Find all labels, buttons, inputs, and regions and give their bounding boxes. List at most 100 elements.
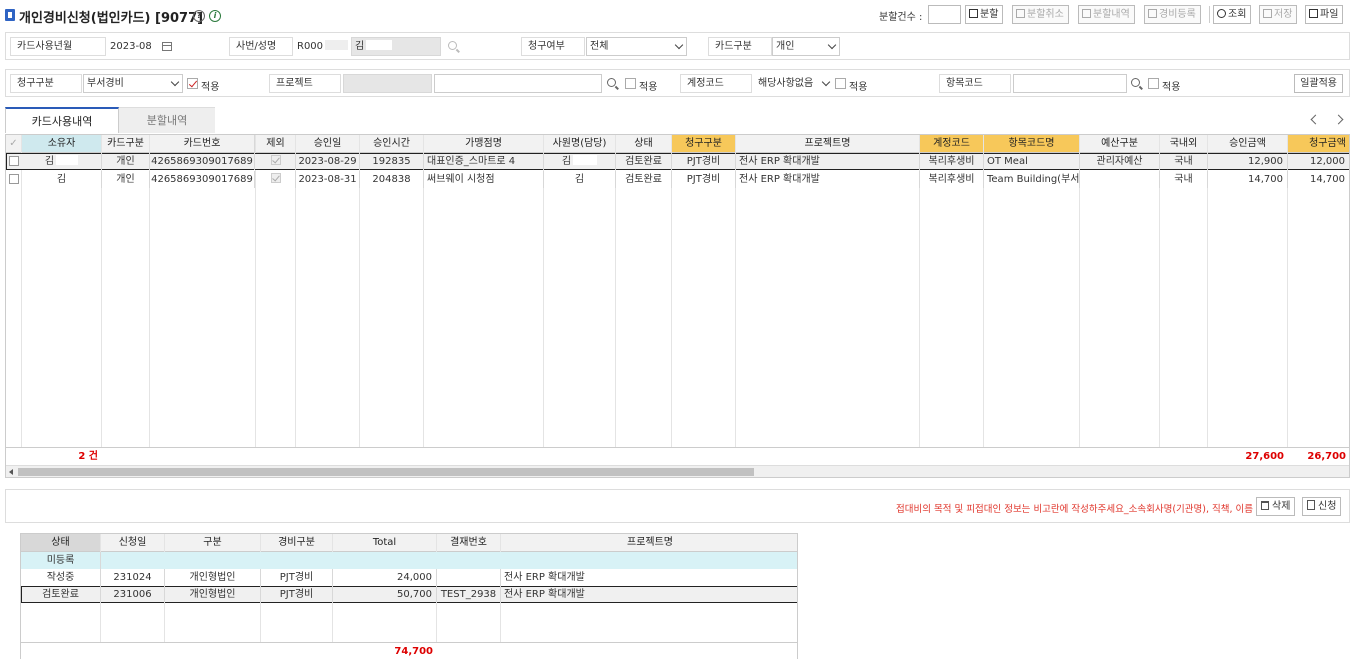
claim-type-select[interactable]: 부서경비: [83, 74, 183, 93]
item-apply-checkbox[interactable]: [1148, 78, 1159, 89]
horizontal-scrollbar[interactable]: [6, 465, 1349, 477]
chevron-right-icon[interactable]: [1333, 114, 1344, 125]
cell-status: 검토완료: [616, 153, 672, 170]
item-code-input[interactable]: [1013, 74, 1127, 93]
cell-total: 50,700: [333, 586, 437, 603]
col-approval-no[interactable]: 결재번호: [437, 534, 501, 551]
claim-type-label: 청구구분: [10, 74, 82, 93]
claim-status-select[interactable]: 전체: [586, 37, 687, 56]
col-account-code[interactable]: 계정코드: [920, 135, 984, 152]
col-category[interactable]: 구분: [165, 534, 261, 551]
cell-account-code[interactable]: 복리후생비: [920, 171, 984, 188]
col-approval-date[interactable]: 승인일: [296, 135, 360, 152]
account-code-label: 계정코드: [680, 74, 752, 93]
row-checkbox[interactable]: [9, 156, 19, 166]
col-request-date[interactable]: 신청일: [101, 534, 165, 551]
save-button[interactable]: 저장: [1259, 5, 1298, 24]
calendar-icon[interactable]: [162, 42, 172, 51]
row-checkbox[interactable]: [9, 174, 19, 184]
table-row[interactable]: 김 개인 4265869309017689 2023-08-29 192835 …: [6, 153, 1349, 170]
col-project[interactable]: 프로젝트명: [501, 534, 797, 551]
employee-id-input[interactable]: R000: [293, 37, 349, 56]
col-budget-type[interactable]: 예산구분: [1080, 135, 1160, 152]
tab-card-usage[interactable]: 카드사용내역: [5, 107, 119, 133]
split-button[interactable]: 분할: [965, 5, 1004, 24]
col-approval-time[interactable]: 승인시간: [360, 135, 424, 152]
col-status[interactable]: 상태: [616, 135, 672, 152]
table-row[interactable]: 검토완료 231006 개인형법인 PJT경비 50,700 TEST_2938…: [21, 586, 797, 603]
chevron-left-icon[interactable]: [1310, 114, 1321, 125]
submit-button[interactable]: 신청: [1302, 497, 1342, 516]
col-approved-amount[interactable]: 승인금액: [1208, 135, 1288, 152]
cell-expense-type: PJT경비: [261, 569, 333, 586]
cell-owner: 김: [22, 171, 102, 188]
delete-button[interactable]: 삭제: [1256, 497, 1296, 516]
exclude-checkbox[interactable]: [270, 173, 281, 183]
redacted-name: [366, 40, 393, 50]
cell-status: 검토완료: [616, 171, 672, 188]
cell-project: 전사 ERP 확대개발: [504, 589, 585, 600]
footer-count: 2 건: [78, 451, 98, 462]
card-grid-footer: 2 건 27,600 26,700: [6, 447, 1349, 465]
col-item-code[interactable]: 항목코드명: [984, 135, 1080, 152]
tab-bar: 카드사용내역 분할내역: [5, 107, 1350, 133]
split-count-input[interactable]: [928, 5, 961, 24]
project-name-input[interactable]: [434, 74, 602, 93]
project-apply-label: 적용: [639, 82, 658, 93]
cell-claim-amount[interactable]: 14,700: [1288, 171, 1349, 188]
col-employee[interactable]: 사원명(담당): [544, 135, 616, 152]
table-row[interactable]: 미등록: [21, 552, 797, 569]
col-card-type[interactable]: 카드구분: [102, 135, 150, 152]
cell-claim-type[interactable]: PJT경비: [672, 171, 736, 188]
col-claim-type[interactable]: 청구구분: [672, 135, 736, 152]
title-bar: 개인경비신청(법인카드) [9077] ? i 분할건수 : 분할 분할취소 분…: [0, 0, 1355, 30]
project-apply-checkbox[interactable]: [625, 78, 636, 89]
item-search-icon[interactable]: [1131, 78, 1140, 87]
file-button[interactable]: 파일: [1305, 5, 1344, 24]
scroll-left-icon[interactable]: [9, 469, 13, 475]
col-card-number[interactable]: 카드번호: [150, 135, 255, 152]
claim-type-apply-label: 적용: [201, 82, 220, 93]
cell-item-code[interactable]: OT Meal: [984, 153, 1080, 170]
col-exclude[interactable]: 제외: [256, 135, 296, 152]
cell-item-code[interactable]: Team Building(부서예: [984, 171, 1080, 188]
info-icon[interactable]: i: [209, 10, 221, 22]
scrollbar-thumb[interactable]: [18, 468, 754, 476]
col-total[interactable]: Total: [333, 534, 437, 551]
expense-register-button[interactable]: 경비등록: [1144, 5, 1201, 24]
apply-all-button[interactable]: 일괄적용: [1294, 74, 1343, 93]
project-search-icon[interactable]: [607, 78, 616, 87]
col-merchant[interactable]: 가맹점명: [424, 135, 544, 152]
cell-status: 작성중: [21, 569, 101, 586]
col-domestic[interactable]: 국내외: [1160, 135, 1208, 152]
col-status[interactable]: 상태: [21, 534, 101, 551]
cell-project[interactable]: 전사 ERP 확대개발: [736, 153, 920, 170]
split-history-icon: [1082, 9, 1091, 18]
cell-claim-amount[interactable]: 12,000: [1288, 153, 1349, 170]
col-claim-amount[interactable]: 청구금액: [1288, 135, 1349, 152]
cell-account-code[interactable]: 복리후생비: [920, 153, 984, 170]
cell-approval-date: 2023-08-29: [296, 153, 360, 170]
cell-exclude[interactable]: [256, 153, 296, 170]
col-owner[interactable]: 소유자: [22, 135, 102, 152]
col-expense-type[interactable]: 경비구분: [261, 534, 333, 551]
search-button[interactable]: 조회: [1213, 5, 1252, 24]
tab-split-history[interactable]: 분할내역: [119, 107, 215, 133]
cell-claim-type[interactable]: PJT경비: [672, 153, 736, 170]
select-all-check[interactable]: ✓: [6, 135, 22, 152]
claim-type-apply-checkbox[interactable]: [187, 78, 198, 89]
split-history-button[interactable]: 분할내역: [1078, 5, 1135, 24]
employee-search-icon[interactable]: [448, 41, 457, 50]
table-row[interactable]: 김 개인 4265869309017689 2023-08-31 204838 …: [6, 171, 1349, 188]
card-type-select[interactable]: 개인: [772, 37, 840, 56]
exclude-checkbox[interactable]: [270, 155, 281, 165]
cell-project[interactable]: 전사 ERP 확대개발: [736, 171, 920, 188]
account-apply-checkbox[interactable]: [835, 78, 846, 89]
help-icon[interactable]: ?: [193, 10, 205, 22]
split-cancel-button[interactable]: 분할취소: [1012, 5, 1069, 24]
account-code-select[interactable]: 해당사항없음: [754, 74, 834, 93]
col-project[interactable]: 프로젝트명: [736, 135, 920, 152]
table-row[interactable]: 작성중 231024 개인형법인 PJT경비 24,000 전사 ERP 확대개…: [21, 569, 797, 586]
footer-claim-total: 26,700: [1307, 451, 1346, 462]
cell-exclude[interactable]: [256, 171, 296, 188]
